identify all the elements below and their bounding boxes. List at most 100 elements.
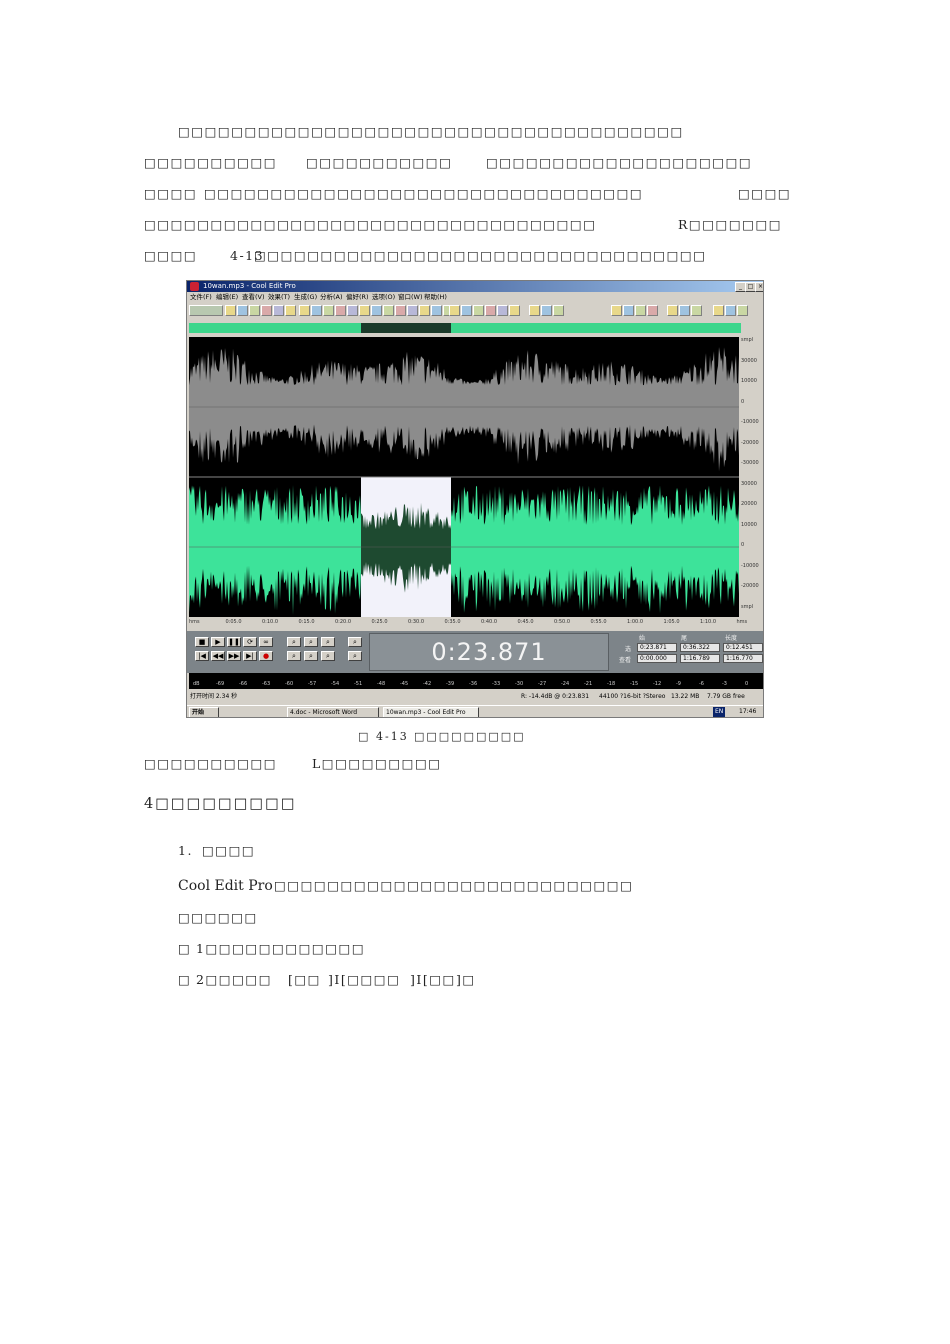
toolbar-button[interactable] [189, 305, 223, 316]
toolbar-button[interactable] [485, 305, 496, 316]
after-figure-line: □□□□□□□□□□ L□□□□□□□□□ [144, 756, 544, 772]
menu-path-3: ]I[□□ [410, 972, 456, 987]
toolbar-button[interactable] [419, 305, 430, 316]
menu-item[interactable]: 效果(T) [268, 292, 290, 303]
toolbar-button[interactable] [737, 305, 748, 316]
zoom-button[interactable]: ⌕ [304, 637, 318, 647]
menu-item[interactable]: 选项(O) [372, 292, 395, 303]
level-tick: -18 [607, 681, 616, 687]
sel-begin-value[interactable]: 0:23.871 [637, 643, 677, 652]
toolbar-button[interactable] [725, 305, 736, 316]
view-row-label: 查看 [619, 657, 632, 664]
transport-button[interactable]: ▶ [211, 637, 225, 647]
time-tick: 0:05.0 [225, 619, 242, 625]
time-tick: 1:10.0 [700, 619, 716, 625]
zoom-button[interactable]: ⌕ [321, 651, 335, 661]
toolbar-button[interactable] [285, 305, 296, 316]
toolbar-button[interactable] [347, 305, 358, 316]
toolbar-button[interactable] [237, 305, 248, 316]
time-tick: 1:05.0 [663, 619, 680, 625]
amplitude-tick: -20000 [741, 439, 759, 446]
toolbar-button[interactable] [509, 305, 520, 316]
overview-bar[interactable] [189, 323, 741, 333]
zoom-button[interactable]: ⌕ [287, 637, 301, 647]
menu-item[interactable]: 编辑(E) [216, 292, 238, 303]
zoom-button[interactable]: ⌕ [348, 651, 362, 661]
toolbar-button[interactable] [299, 305, 310, 316]
body-line-1: Cool Edit Pro □□□□□□□□□□□□□□□□□□□□□□□□□□… [178, 878, 632, 896]
menu-item[interactable]: 文件(F) [190, 292, 212, 303]
toolbar-button[interactable] [635, 305, 646, 316]
transport-button[interactable]: ■ [195, 637, 209, 647]
menu-item[interactable]: 帮助(H) [424, 292, 447, 303]
sel-end-value[interactable]: 0:36.322 [680, 643, 720, 652]
level-tick: -21 [584, 681, 593, 687]
level-tick: -66 [239, 681, 248, 687]
zoom-button[interactable]: ⌕ [304, 651, 318, 661]
transport-button[interactable]: ⟳ [243, 637, 257, 647]
view-length-value[interactable]: 1:16.770 [723, 654, 763, 663]
menu-item[interactable]: 分析(A) [320, 292, 343, 303]
toolbar-button[interactable] [225, 305, 236, 316]
toolbar-button[interactable] [529, 305, 540, 316]
toolbar-button[interactable] [335, 305, 346, 316]
zoom-button[interactable]: ⌕ [321, 637, 335, 647]
toolbar-button[interactable] [431, 305, 442, 316]
menu-item[interactable]: 查看(V) [242, 292, 265, 303]
toolbar-button[interactable] [647, 305, 658, 316]
subheading-number: 1. [178, 843, 193, 858]
menu-item[interactable]: 生成(G) [294, 292, 317, 303]
task-cool-edit[interactable]: 10wan.mp3 - Cool Edit Pro [383, 707, 479, 717]
toolbar-button[interactable] [249, 305, 260, 316]
toolbar-button[interactable] [611, 305, 622, 316]
para-line-5: □□□□ 4-13 □□□□□□□□□□□□□□□□□□□□□□□□□□□□□□… [144, 248, 824, 264]
toolbar-button[interactable] [383, 305, 394, 316]
zoom-button[interactable]: ⌕ [287, 651, 301, 661]
view-end-value[interactable]: 1:16.789 [680, 654, 720, 663]
toolbar-button[interactable] [323, 305, 334, 316]
toolbar-button[interactable] [553, 305, 564, 316]
level-tick: -69 [216, 681, 225, 687]
menu-item[interactable]: 偏好(R) [346, 292, 369, 303]
toolbar-button[interactable] [449, 305, 460, 316]
status-open-time: 打开时间 2.34 秒 [190, 693, 238, 700]
close-icon[interactable]: × [755, 282, 763, 292]
toolbar-button[interactable] [461, 305, 472, 316]
toolbar-button[interactable] [679, 305, 690, 316]
status-bar: 打开时间 2.34 秒 R: -14.4dB @ 0:23.831 44100 … [187, 691, 763, 703]
para-seg: □□□□ [738, 186, 792, 201]
toolbar-button[interactable] [713, 305, 724, 316]
toolbar-button[interactable] [667, 305, 678, 316]
toolbar-button[interactable] [359, 305, 370, 316]
transport-button[interactable]: |◀ [195, 651, 209, 661]
toolbar-button[interactable] [497, 305, 508, 316]
cool-edit-screenshot: 10wan.mp3 - Cool Edit Pro _ □ × 文件(F) 编辑(… [186, 280, 764, 718]
toolbar-button[interactable] [311, 305, 322, 316]
language-indicator[interactable]: EN [713, 707, 726, 717]
toolbar-button[interactable] [261, 305, 272, 316]
view-begin-value[interactable]: 0:00.000 [637, 654, 677, 663]
toolbar-button[interactable] [473, 305, 484, 316]
zoom-button[interactable]: ⌕ [348, 637, 362, 647]
task-word[interactable]: 4.doc - Microsoft Word [287, 707, 379, 717]
transport-button[interactable]: ◀◀ [211, 651, 225, 661]
toolbar-button[interactable] [407, 305, 418, 316]
toolbar-button[interactable] [623, 305, 634, 316]
transport-button[interactable]: ▶▶ [227, 651, 241, 661]
toolbar-button[interactable] [273, 305, 284, 316]
toolbar-button[interactable] [395, 305, 406, 316]
menu-item[interactable]: 窗口(W) [398, 292, 423, 303]
app-icon [190, 282, 199, 291]
start-button[interactable]: 开始 [189, 707, 219, 717]
transport-button[interactable]: ❚❚ [227, 637, 241, 647]
amplitude-ruler: smpl 30000 10000 0 -10000 -20000 -30000 30000 20… [739, 337, 763, 617]
transport-button[interactable]: ● [259, 651, 273, 661]
toolbar-button[interactable] [691, 305, 702, 316]
amplitude-tick: 30000 [741, 480, 757, 487]
waveform-display[interactable] [189, 337, 739, 617]
transport-button[interactable]: ▶| [243, 651, 257, 661]
transport-button[interactable]: ∞ [259, 637, 273, 647]
toolbar-button[interactable] [371, 305, 382, 316]
sel-length-value[interactable]: 0:12.451 [723, 643, 763, 652]
toolbar-button[interactable] [541, 305, 552, 316]
